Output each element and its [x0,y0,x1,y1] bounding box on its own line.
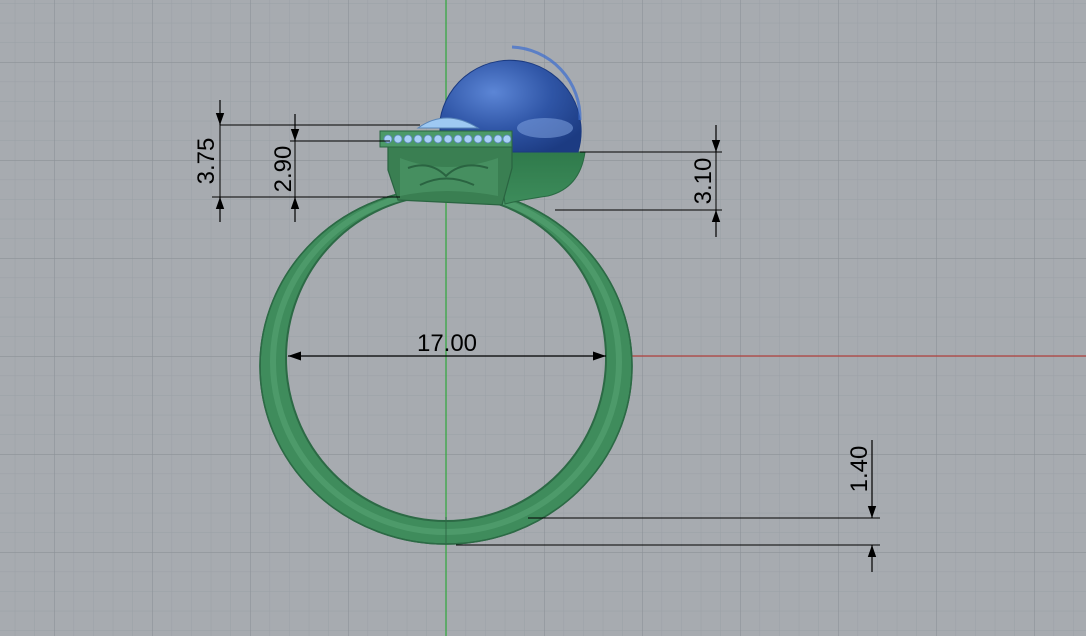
dim-label-pearl-cup-height: 3.10 [690,158,717,205]
dim-label-head-height-total: 3.75 [193,138,220,185]
dim-label-band-thickness: 1.40 [846,446,873,493]
ring-band[interactable] [259,187,633,545]
cad-viewport[interactable]: 17.00 3.75 2.90 3.10 1.40 [0,0,1086,636]
dim-label-inner-diameter: 17.00 [417,330,477,357]
dim-label-head-height-inner: 2.90 [270,146,297,193]
top-view-canvas[interactable]: 17.00 3.75 2.90 3.10 1.40 [0,0,1086,636]
